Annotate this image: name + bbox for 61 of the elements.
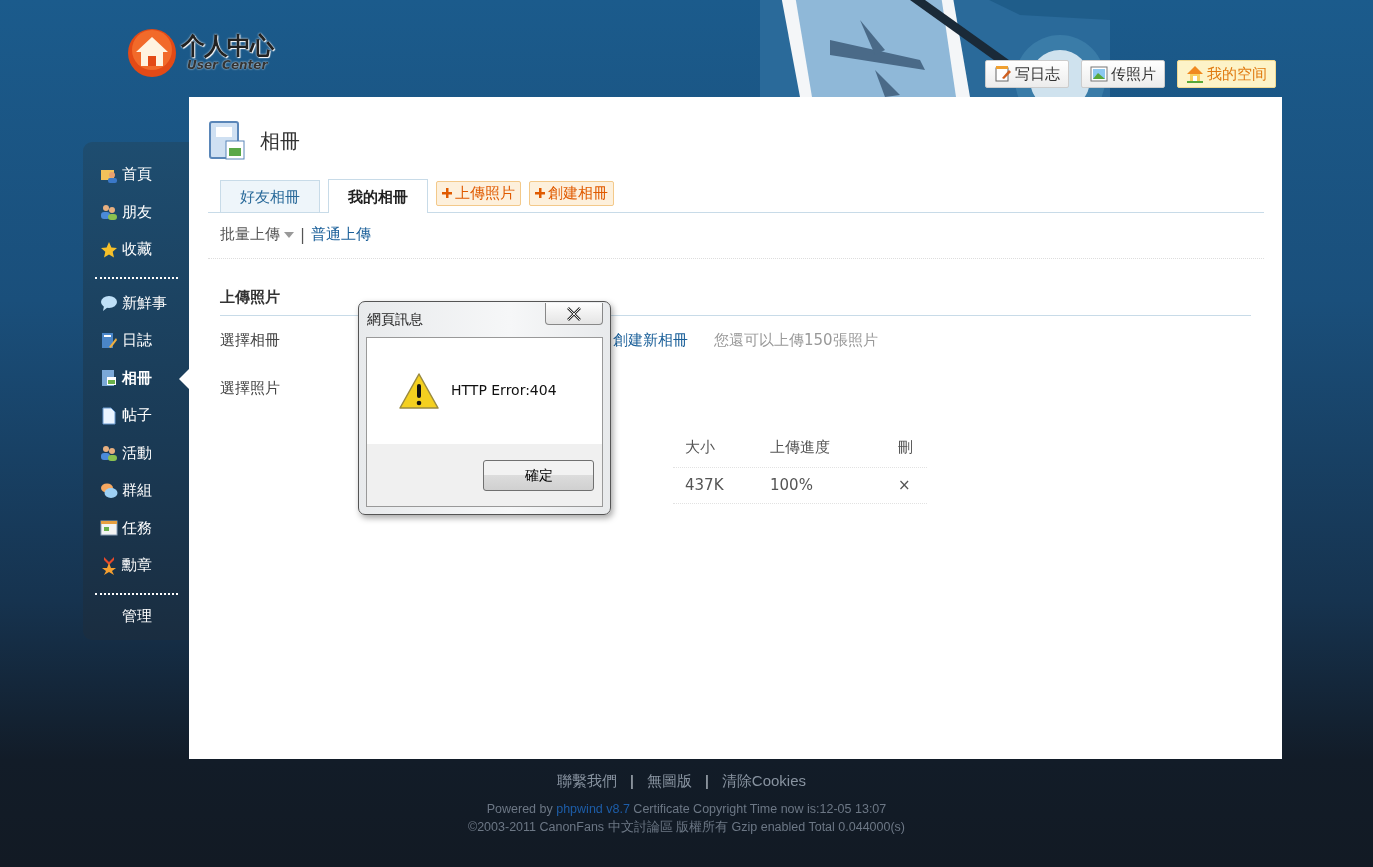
tab[interactable]: 我的相冊 xyxy=(328,179,428,213)
batch-upload-dropdown[interactable]: 批量上傳 xyxy=(220,225,294,244)
delete-button[interactable]: × xyxy=(895,468,927,503)
logo-subtitle: User Center xyxy=(187,58,269,72)
close-button[interactable] xyxy=(545,303,603,325)
notebook-pencil-icon xyxy=(100,331,118,350)
tab[interactable]: 好友相冊 xyxy=(220,180,320,212)
table-cell-text: 100% xyxy=(769,475,814,496)
sidebar-item[interactable]: 活動 xyxy=(95,434,189,472)
notepad-pencil-icon xyxy=(994,65,1012,83)
error-message: HTTP Error:404 xyxy=(451,382,557,398)
upload-quota-text: 您還可以上傳150張照片 xyxy=(714,330,878,350)
sidebar-item[interactable]: 帖子 xyxy=(95,397,189,435)
plus-icon xyxy=(442,188,452,198)
medal-icon xyxy=(100,556,118,575)
upload-link[interactable]: 普通上傳 xyxy=(311,225,372,244)
form-label: 選擇相冊 xyxy=(220,330,280,350)
people-icon xyxy=(100,203,118,222)
sidebar-item[interactable]: 首頁 xyxy=(95,156,189,194)
column-header: 刪 xyxy=(897,438,914,458)
sidebar-item[interactable]: 日誌 xyxy=(95,322,189,360)
people-icon xyxy=(100,444,118,463)
footer-link[interactable]: 聯繫我們 xyxy=(557,772,617,791)
album-icon xyxy=(208,121,246,161)
column-header: 上傳進度 xyxy=(769,438,831,458)
page-title: 相冊 xyxy=(260,127,300,155)
house-logo-icon xyxy=(127,28,177,78)
footer-link[interactable]: 無圖版 xyxy=(646,772,692,791)
speech-bubbles-icon xyxy=(100,481,118,500)
speech-bubble-icon xyxy=(100,294,118,313)
separator-text: | xyxy=(630,772,634,791)
footer-link[interactable]: 清除Cookies xyxy=(721,772,806,791)
calendar-icon xyxy=(100,519,118,538)
album-icon xyxy=(100,369,118,388)
create-album-link[interactable]: 創建新相冊 xyxy=(613,330,688,350)
ok-button[interactable]: 確定 xyxy=(483,460,594,491)
caret-icon xyxy=(284,231,294,238)
landscape-picture-icon xyxy=(1090,65,1108,83)
plus-icon xyxy=(535,188,545,198)
sidebar-item[interactable]: 任務 xyxy=(95,509,189,547)
powered-by-text: Powered by phpwind v8.7 Certificate Copyright Time now is:12-05 13:07 xyxy=(485,801,888,818)
separator-text: | xyxy=(704,772,709,791)
column-header: 大小 xyxy=(684,438,716,458)
warning-icon xyxy=(399,373,439,409)
header-button[interactable]: 写日志 xyxy=(985,60,1069,88)
sidebar-item[interactable]: 收藏 xyxy=(95,231,189,269)
sidebar-item[interactable]: 新鮮事 xyxy=(95,284,189,322)
copyright-text: ©2003-2011 CanonFans 中文討論區 版權所有 Gzip enabled Total 0.044000(s) xyxy=(466,819,907,836)
house-icon xyxy=(1186,65,1204,83)
sidebar-item[interactable]: 朋友 xyxy=(95,193,189,231)
table-cell-text: 437K xyxy=(684,475,725,496)
header-button[interactable]: 传照片 xyxy=(1081,60,1165,88)
document-icon xyxy=(100,406,118,425)
close-icon xyxy=(566,306,582,321)
sidebar-item[interactable]: 群組 xyxy=(95,472,189,510)
form-label: 選擇照片 xyxy=(220,378,280,398)
separator-text: | xyxy=(300,225,306,244)
logo-title: 个人中心 xyxy=(181,34,273,58)
star-icon xyxy=(100,240,118,259)
manage-link[interactable]: 管理 xyxy=(95,600,178,626)
sidebar-item[interactable]: 勳章 xyxy=(95,547,189,585)
